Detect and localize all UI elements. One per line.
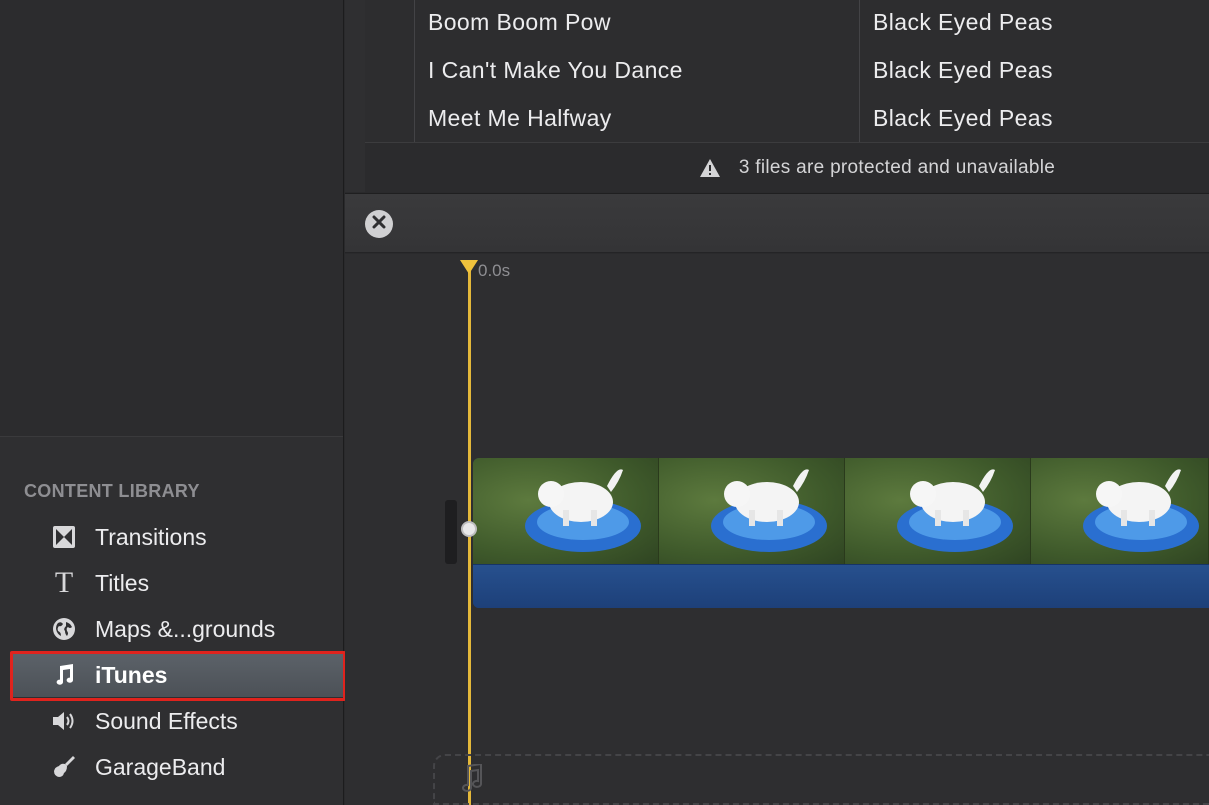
library-item-transitions[interactable]: Transitions <box>10 515 344 559</box>
warning-icon <box>699 158 721 178</box>
playhead-marker[interactable] <box>460 260 478 274</box>
song-artist: Black Eyed Peas <box>873 9 1053 35</box>
clip-trim-handle[interactable] <box>445 500 457 564</box>
song-list: Boom Boom Pow Black Eyed Peas I Can't Ma… <box>365 0 1209 142</box>
clip-thumbnail <box>473 458 659 564</box>
library-item-garageband[interactable]: GarageBand <box>10 745 344 789</box>
sidebar-libraries-pane <box>0 0 343 437</box>
song-row[interactable]: Boom Boom Pow Black Eyed Peas <box>365 0 1209 48</box>
guitar-icon <box>50 753 78 781</box>
clip-start-knob[interactable] <box>461 521 477 537</box>
library-item-maps-backgrounds[interactable]: Maps &...grounds <box>10 607 344 651</box>
clip-thumbnail <box>1031 458 1209 564</box>
music-note-icon <box>459 762 485 799</box>
speaker-icon <box>50 707 78 735</box>
library-item-label: Titles <box>95 569 150 596</box>
library-item-titles[interactable]: T Titles <box>10 561 344 605</box>
song-title: Meet Me Halfway <box>428 105 612 131</box>
protected-files-text: 3 files are protected and unavailable <box>738 156 1056 178</box>
clip-thumbnail <box>659 458 845 564</box>
library-item-label: Sound Effects <box>95 707 238 734</box>
sidebar: CONTENT LIBRARY Transitions T Titles Map… <box>0 0 346 805</box>
content-library-heading: CONTENT LIBRARY <box>24 481 200 501</box>
song-artist: Black Eyed Peas <box>873 105 1053 131</box>
video-clip[interactable] <box>473 458 1209 608</box>
background-music-well[interactable] <box>433 754 1209 805</box>
itunes-highlight-box <box>10 651 346 701</box>
browser-toolbar <box>345 193 1209 253</box>
song-browser: Boom Boom Pow Black Eyed Peas I Can't Ma… <box>345 0 1209 192</box>
library-item-label: Transitions <box>95 523 207 550</box>
song-row[interactable]: Meet Me Halfway Black Eyed Peas <box>365 96 1209 144</box>
protected-files-notice: 3 files are protected and unavailable <box>365 142 1209 192</box>
globe-icon <box>50 615 78 643</box>
clip-audio-waveform[interactable] <box>473 564 1209 608</box>
library-item-label: Maps &...grounds <box>95 615 276 642</box>
titles-icon: T <box>54 566 74 599</box>
library-item-label: GarageBand <box>95 753 226 780</box>
playhead-time-label: 0.0s <box>478 261 511 280</box>
song-artist: Black Eyed Peas <box>873 57 1053 83</box>
song-row[interactable]: I Can't Make You Dance Black Eyed Peas <box>365 48 1209 96</box>
close-browser-button[interactable] <box>365 210 393 238</box>
close-icon <box>372 215 386 234</box>
song-title: Boom Boom Pow <box>428 9 611 35</box>
transitions-icon <box>50 523 78 551</box>
song-title: I Can't Make You Dance <box>428 57 683 83</box>
timeline[interactable]: 0.0s <box>345 254 1209 805</box>
clip-thumbnail <box>845 458 1031 564</box>
library-item-sound-effects[interactable]: Sound Effects <box>10 699 344 743</box>
